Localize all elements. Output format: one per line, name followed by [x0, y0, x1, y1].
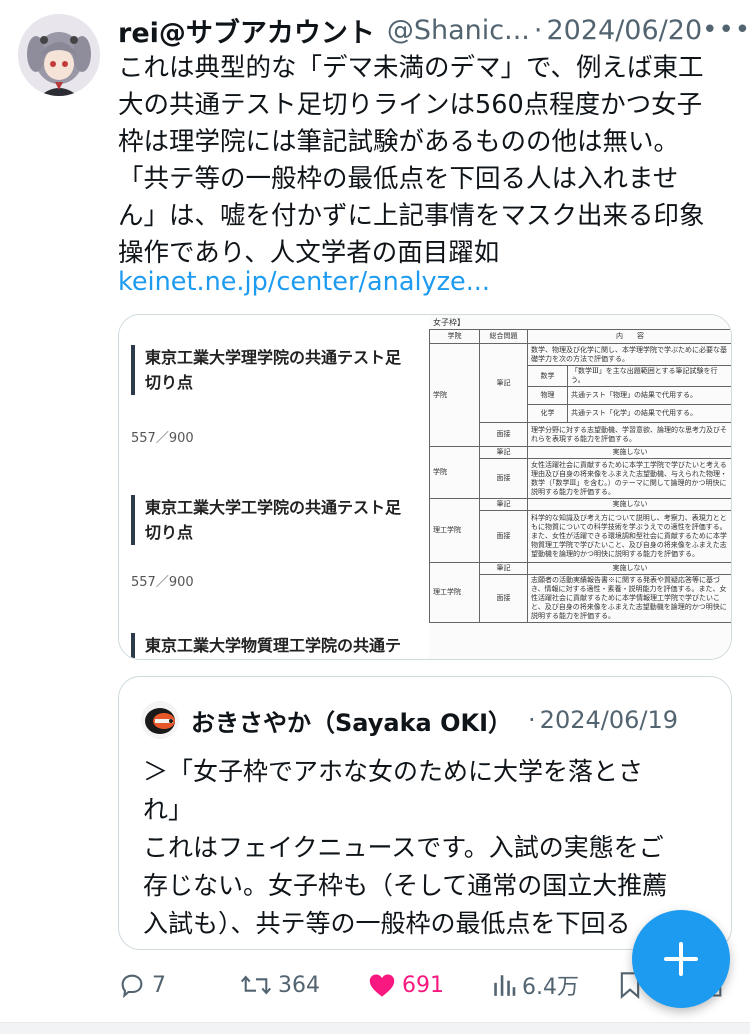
- table-cell: 筆記: [479, 562, 528, 575]
- table-cell: 理工学院: [429, 498, 480, 563]
- tweet-text-line: 大の共通テスト足切りラインは560点程度かつ女子: [118, 90, 703, 120]
- plus-icon: [664, 942, 698, 976]
- score-heading: 東京工業大学物質理工学院の共通テ: [131, 633, 407, 658]
- table-cell: 物理: [527, 386, 568, 405]
- quoted-text-line: れ」: [143, 795, 194, 824]
- quoted-text-line: これはフェイクニュースです。入試の実態をご: [143, 833, 664, 862]
- table-cell: 数学、物理及び化学に関し、本学理学院で学ぶために必要な基礎学力を次の方法で評価す…: [527, 343, 731, 366]
- table-cell: 面接: [479, 574, 528, 623]
- table-header: 総合問題: [479, 329, 528, 344]
- bar-chart-icon: [494, 975, 516, 996]
- table-cell: 実施しない: [527, 562, 731, 575]
- score-value: 557／900: [131, 575, 194, 590]
- quoted-author-name[interactable]: おきさやか（Sayaka OKI）: [191, 703, 512, 738]
- table-cell: 面接: [479, 458, 528, 499]
- table-cell: 女性活躍社会に貢献するために本学工学院で学びたいと考える理由及び自身の将来像をふ…: [527, 458, 731, 499]
- retweet-icon: [240, 975, 272, 995]
- tweet-text-line: これは典型的な「デマ未満のデマ」で、例えば東工: [118, 53, 704, 83]
- heart-filled-icon: [369, 974, 395, 997]
- table-cell: 学院: [429, 446, 480, 499]
- tweet-text: これは典型的な「デマ未満のデマ」で、例えば東工 大の共通テスト足切りラインは56…: [118, 50, 730, 272]
- quoted-text-line: 入試も）、共テ等の一般枠の最低点を下回る: [143, 909, 631, 938]
- quoted-author-avatar[interactable]: [141, 701, 179, 739]
- tweet[interactable]: rei@サブアカウント @Shanic... · 2024/06/20 ••• …: [0, 0, 750, 1034]
- table-cell: 「数学Ⅲ」を主な出題範囲とする筆記試験を行う。: [567, 365, 731, 387]
- quoted-avatar-image: [141, 701, 179, 739]
- reply-count: 7: [152, 972, 166, 998]
- quoted-tweet-header: おきさやか（Sayaka OKI） · 2024/06/19: [141, 701, 678, 739]
- table-cell: 数学: [527, 365, 568, 387]
- admission-table: 学院 総合問題 内 容 学院 筆記 数学、物理及び化学に関し、本学理学院で学ぶた…: [429, 329, 731, 623]
- table-cell: 共通テスト「物理」の結果で代用する。: [567, 386, 731, 405]
- media-image-right[interactable]: 女子枠】 学院 総合問題 内 容 学院 筆記 数学、物理及び化学に関し、本学理学…: [429, 315, 731, 659]
- like-count: 691: [402, 972, 444, 998]
- table-cell: 志願者の活動実績報告書※に関する発表や質疑応答等に基づき、情報に対する適性・素養…: [527, 574, 731, 623]
- table-cell: 実施しない: [527, 498, 731, 511]
- table-cell: 共通テスト「化学」の結果で代用する。: [567, 404, 731, 423]
- author-display-name[interactable]: rei@サブアカウント: [118, 11, 375, 50]
- author-avatar[interactable]: [18, 14, 100, 96]
- table-cell: 筆記: [479, 343, 528, 423]
- bottom-edge-bar: [0, 1022, 750, 1034]
- table-cell: 科学的な知識及び考え方について説明し、考察力、表現力とともに物質についての科学技…: [527, 510, 731, 563]
- views-count: 6.4万: [522, 975, 579, 1000]
- table-caption: 女子枠】: [433, 318, 465, 327]
- table-cell: 筆記: [479, 498, 528, 511]
- separator-dot: ·: [533, 14, 543, 46]
- table-cell: 学院: [429, 343, 480, 447]
- compose-fab-button[interactable]: [632, 910, 730, 1008]
- tweet-text-line: 「共テ等の一般枠の最低点を下回る人は入れませ: [118, 164, 679, 194]
- retweet-button[interactable]: 364: [240, 962, 320, 1008]
- table-cell: 面接: [479, 510, 528, 563]
- speech-bubble-icon: [121, 974, 143, 999]
- table-header: 内 容: [527, 329, 731, 344]
- tweet-text-line: 枠は理学院には筆記試験があるものの他は無い。: [118, 127, 680, 157]
- table-cell: 理学分野に対する志望動機、学習意欲、論理的な思考力及びそれらを表現する能力を評価…: [527, 422, 731, 447]
- quoted-tweet-date[interactable]: 2024/06/19: [540, 706, 678, 734]
- separator-dot: ·: [528, 706, 536, 734]
- views-button[interactable]: 6.4万: [492, 962, 579, 1008]
- media-image-left[interactable]: 東京工業大学理学院の共通テスト足切り点 557／900 東京工業大学工学院の共通…: [119, 315, 429, 659]
- table-cell: 筆記: [479, 446, 528, 459]
- score-value: 557／900: [131, 431, 194, 446]
- reply-button[interactable]: 7: [118, 962, 166, 1008]
- quoted-tweet-text: ＞「女子枠でアホな女のために大学を落とさ れ」 これはフェイクニュースです。入試…: [143, 753, 713, 943]
- tweet-date[interactable]: 2024/06/20: [547, 15, 703, 46]
- retweet-count: 364: [278, 972, 320, 998]
- table-header: 学院: [429, 329, 480, 344]
- tweet-media[interactable]: 東京工業大学理学院の共通テスト足切り点 557／900 東京工業大学工学院の共通…: [118, 314, 732, 660]
- more-options-icon[interactable]: •••: [702, 15, 750, 45]
- anime-avatar-image: [18, 14, 100, 96]
- tweet-text-line: ん」は、嘘を付かずに上記事情をマスク出来る印象: [118, 201, 705, 231]
- score-heading: 東京工業大学理学院の共通テスト足切り点: [131, 345, 407, 395]
- tweet-header: rei@サブアカウント @Shanic... · 2024/06/20 •••: [118, 11, 750, 50]
- author-handle[interactable]: @Shanic...: [387, 15, 530, 46]
- quoted-text-line: ＞「女子枠でアホな女のために大学を落とさ: [143, 757, 644, 786]
- quoted-tweet[interactable]: おきさやか（Sayaka OKI） · 2024/06/19 ＞「女子枠でアホな…: [118, 676, 732, 950]
- score-heading: 東京工業大学工学院の共通テスト足切り点: [131, 495, 407, 545]
- table-cell: 面接: [479, 422, 528, 447]
- table-cell: 実施しない: [527, 446, 731, 459]
- like-button[interactable]: 691: [368, 962, 444, 1008]
- table-cell: 化学: [527, 404, 568, 423]
- quoted-text-line: 存じない。女子枠も（そして通常の国立大推薦: [143, 871, 668, 900]
- tweet-link[interactable]: keinet.ne.jp/center/analyze...: [118, 264, 490, 301]
- table-cell: 理工学院: [429, 562, 480, 623]
